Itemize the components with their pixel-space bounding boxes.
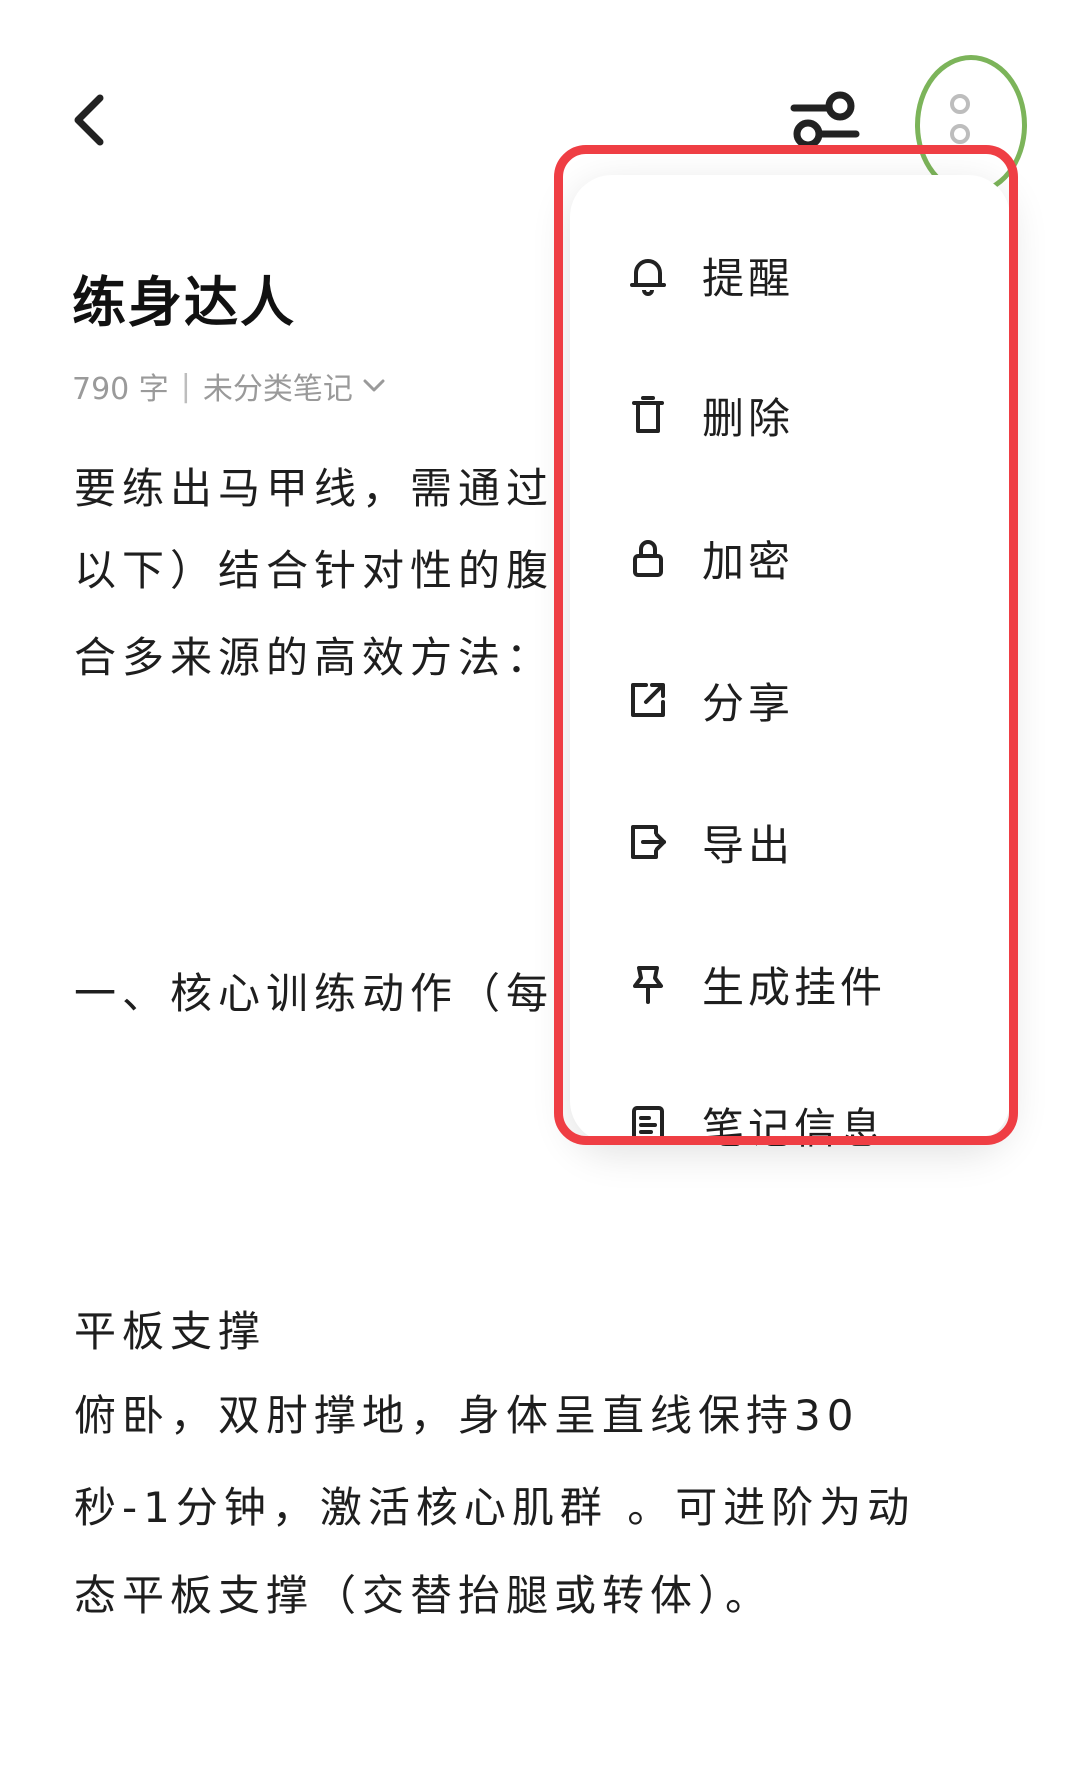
menu-item-label: 导出: [702, 820, 795, 870]
menu-item-label: 删除: [702, 393, 795, 443]
menu-item-label: 分享: [702, 678, 795, 728]
share-icon: [631, 683, 665, 717]
body-text-line[interactable]: 合多来源的高效方法：: [74, 624, 554, 685]
body-text-line[interactable]: 态平板支撑（交替抬腿或转体）。: [74, 1562, 773, 1623]
body-text-line[interactable]: 秒-1分钟，激活核心肌群 。可进阶为动: [74, 1474, 915, 1535]
menu-item-share[interactable]: 分享: [570, 650, 1010, 750]
menu-item-label: 提醒: [702, 253, 795, 303]
section-heading[interactable]: 一、核心训练动作（每: [74, 960, 554, 1021]
format-settings-button[interactable]: [790, 88, 860, 150]
pin-icon: [633, 966, 663, 1004]
menu-item-encrypt[interactable]: 加密: [570, 508, 1010, 608]
menu-item-delete[interactable]: 删除: [570, 365, 1010, 465]
more-options-menu: 提醒 删除 加密 分享 导出 生成挂件 笔记信息: [570, 175, 1010, 1153]
menu-item-create-widget[interactable]: 生成挂件: [570, 934, 1010, 1034]
menu-item-label: 笔记信息: [702, 1103, 887, 1153]
chevron-left-icon: [74, 94, 104, 146]
menu-item-label: 加密: [702, 536, 795, 586]
back-button[interactable]: [70, 92, 110, 148]
menu-item-note-info[interactable]: 笔记信息: [570, 1075, 1010, 1175]
chevron-down-icon: [363, 379, 385, 392]
body-text-line[interactable]: 俯卧，双肘撑地，身体呈直线保持30: [74, 1382, 859, 1443]
bell-icon: [630, 259, 666, 296]
trash-icon: [632, 396, 664, 433]
note-info-icon: [632, 1106, 664, 1144]
category-selector[interactable]: 未分类笔记: [203, 364, 385, 408]
meta-separator: |: [180, 368, 191, 404]
tune-sliders-icon: [790, 91, 860, 149]
body-text-line[interactable]: 要练出马甲线，需通过: [74, 455, 554, 516]
lock-icon: [633, 540, 663, 577]
word-count: 790 字: [72, 372, 169, 407]
menu-item-export[interactable]: 导出: [570, 792, 1010, 892]
note-title[interactable]: 练身达人: [72, 258, 296, 337]
menu-item-label: 生成挂件: [702, 962, 887, 1012]
more-vertical-icon: [950, 94, 970, 144]
export-icon: [631, 825, 666, 859]
body-text-line[interactable]: 以下）结合针对性的腹: [74, 537, 554, 598]
exercise-title[interactable]: 平板支撑: [74, 1298, 266, 1359]
more-options-button[interactable]: [940, 90, 980, 150]
category-label: 未分类笔记: [202, 372, 353, 407]
note-meta: 790 字 | 未分类笔记: [72, 364, 385, 408]
menu-item-reminder[interactable]: 提醒: [570, 225, 1010, 325]
